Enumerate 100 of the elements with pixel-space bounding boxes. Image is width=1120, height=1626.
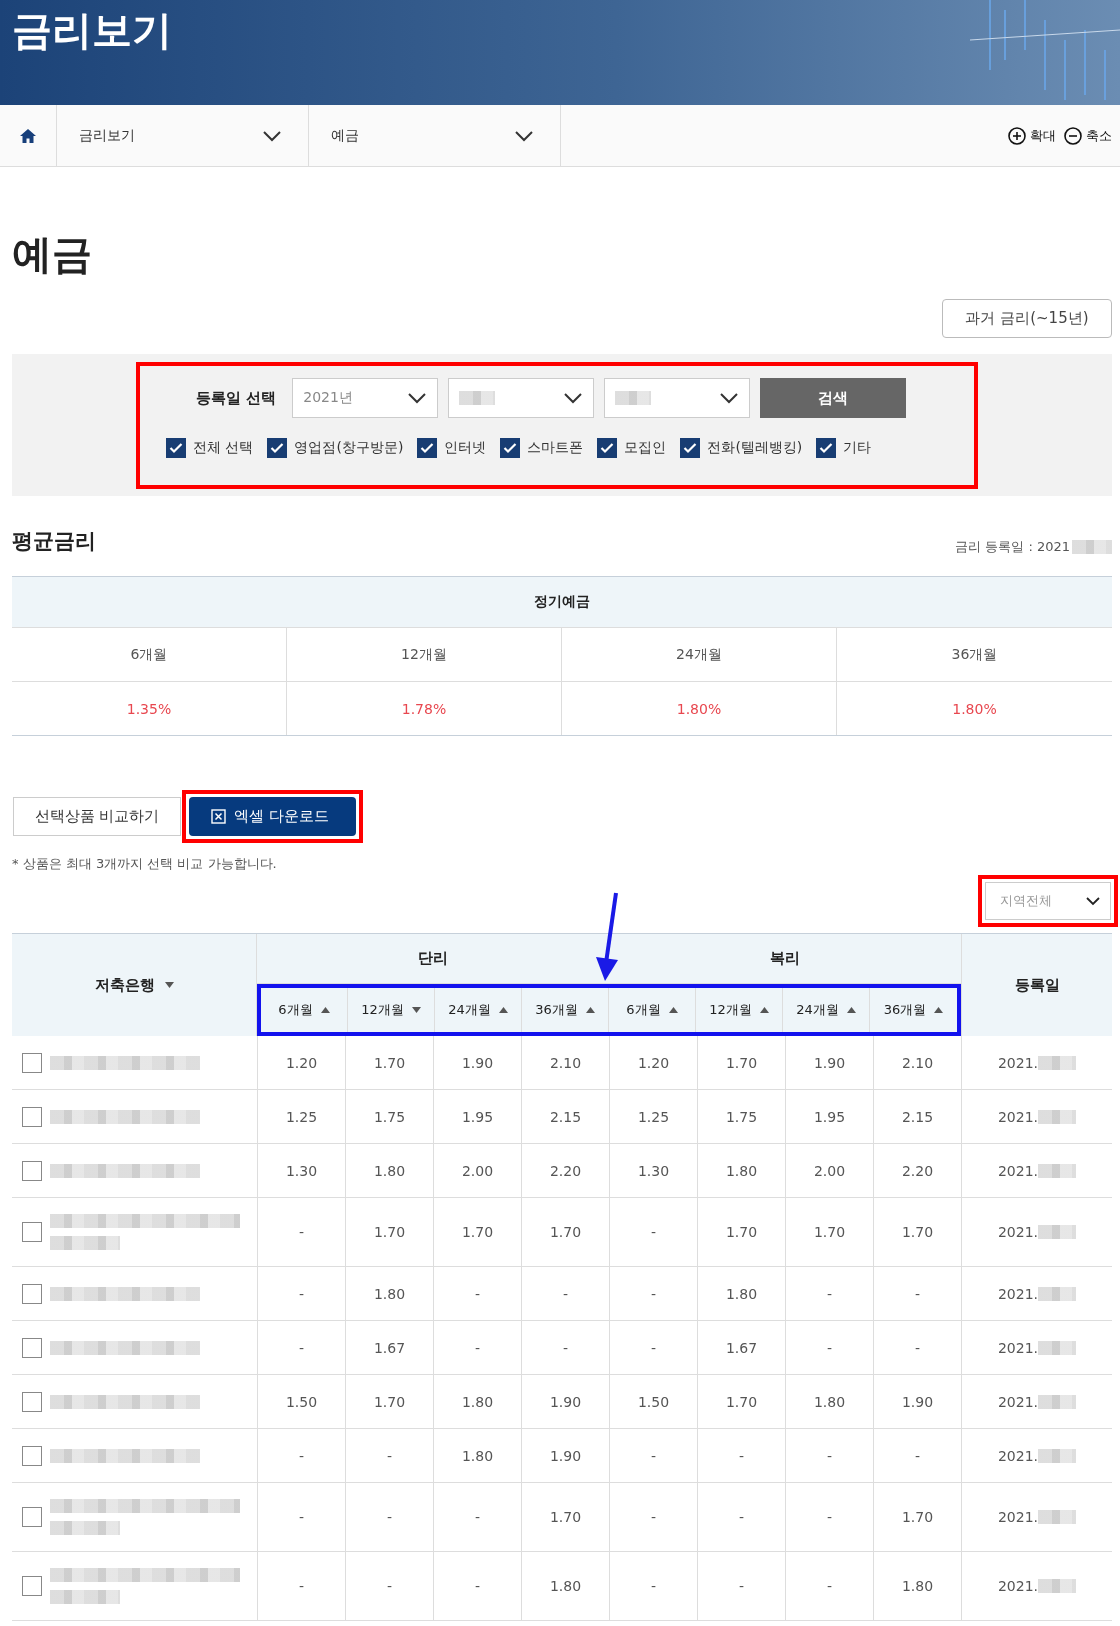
checkbox[interactable] [22, 1222, 42, 1242]
checkbox[interactable] [267, 438, 288, 458]
column-header[interactable]: 저축은행 [12, 934, 257, 1036]
checkbox[interactable] [22, 1160, 42, 1181]
chevron-down-icon [563, 392, 584, 404]
table-cell: 1.80 [697, 1144, 785, 1197]
checkbox[interactable] [417, 438, 438, 458]
search-button[interactable]: 검색 [760, 378, 907, 418]
table-cell: - [609, 1552, 697, 1620]
table-cell: - [697, 1429, 785, 1482]
table-cell: - [609, 1483, 697, 1551]
table-cell: 2.20 [873, 1144, 961, 1197]
column-header[interactable]: 24개월 [435, 988, 522, 1032]
table-cell: 1.95 [785, 1090, 873, 1143]
blurred-text [1038, 1394, 1077, 1409]
table-cell: - [345, 1552, 433, 1620]
checkbox[interactable] [680, 438, 701, 458]
blurred-text [1038, 1225, 1077, 1239]
table-header-cell: 6개월 [12, 628, 287, 682]
table-cell: - [873, 1321, 961, 1374]
table-cell: - [873, 1267, 961, 1320]
table-cell: 1.67 [345, 1321, 433, 1374]
table-cell: 2.10 [521, 1036, 609, 1089]
checkbox[interactable] [22, 1507, 42, 1527]
zoom-button[interactable]: 확대 [1004, 105, 1060, 166]
checkbox-label: 모집인 [624, 439, 667, 457]
table-cell: 1.70 [345, 1036, 433, 1089]
table-cell: - [697, 1552, 785, 1620]
table-cell: 1.90 [521, 1375, 609, 1428]
table-cell: - [785, 1552, 873, 1620]
table-cell: 1.80 [521, 1552, 609, 1620]
table-cell: 2021. [997, 1285, 1039, 1302]
compare-button[interactable]: 선택상품 비교하기 [13, 797, 181, 836]
table-cell: 1.70 [873, 1483, 961, 1551]
checkbox[interactable] [597, 438, 618, 458]
table-cell: - [785, 1483, 873, 1551]
checkbox-label: 인터넷 [444, 439, 487, 457]
column-header[interactable]: 36개월 [870, 988, 957, 1032]
table-cell: 1.70 [697, 1036, 785, 1089]
table-cell: - [521, 1321, 609, 1374]
date-select[interactable]: 2021년 [292, 378, 439, 418]
table-cell: - [785, 1429, 873, 1482]
checkbox-label: 영업점(창구방문) [294, 439, 404, 457]
spreadsheet-icon [211, 809, 226, 824]
table-cell: - [257, 1483, 345, 1551]
table-cell: 1.70 [697, 1375, 785, 1428]
column-header[interactable]: 12개월 [348, 988, 435, 1032]
breadcrumb-dropdown[interactable]: 예금 [309, 105, 561, 166]
table-cell: 1.70 [697, 1198, 785, 1266]
table-cell: - [345, 1483, 433, 1551]
checkbox[interactable] [22, 1283, 42, 1304]
column-header[interactable]: 12개월 [696, 988, 783, 1032]
checkmark-icon [169, 442, 183, 454]
minus-circle-icon [1064, 126, 1082, 145]
table-cell: 1.75 [345, 1090, 433, 1143]
checkbox-label: 스마트폰 [527, 439, 584, 457]
plus-circle-icon [1008, 126, 1026, 145]
chevron-down-icon [1086, 896, 1100, 906]
filter-label: 등록일 선택 [196, 388, 277, 408]
table-cell: 1.20 [257, 1036, 345, 1089]
column-header[interactable]: 6개월 [609, 988, 696, 1032]
table-cell: 2021. [997, 1393, 1039, 1410]
table-cell: 1.80% [562, 682, 837, 735]
table-cell: - [785, 1321, 873, 1374]
column-header[interactable]: 36개월 [522, 988, 609, 1032]
table-cell: 1.90 [521, 1429, 609, 1482]
checkbox[interactable] [22, 1337, 42, 1358]
blurred-text [615, 391, 652, 405]
column-header[interactable]: 24개월 [783, 988, 870, 1032]
blurred-text [1038, 1055, 1077, 1070]
table-cell: 1.80 [345, 1144, 433, 1197]
table-cell: 2.15 [521, 1090, 609, 1143]
checkbox[interactable] [22, 1445, 42, 1466]
table-cell: 1.95 [433, 1090, 521, 1143]
checkbox[interactable] [22, 1106, 42, 1127]
checkbox[interactable] [22, 1052, 42, 1073]
home-icon [19, 127, 37, 144]
excel-download-button[interactable]: 엑셀 다운로드 [189, 797, 356, 836]
checkbox[interactable] [500, 438, 521, 458]
table-cell: 2021. [997, 1224, 1039, 1240]
table-cell: 2.00 [785, 1144, 873, 1197]
table-cell-text: 1.80% [951, 699, 998, 719]
table-cell: 1.90 [433, 1036, 521, 1089]
zoom-button[interactable]: 축소 [1060, 105, 1116, 166]
checkbox[interactable] [816, 438, 837, 458]
checkbox[interactable] [22, 1391, 42, 1412]
checkbox[interactable] [22, 1576, 42, 1596]
table-header-cell: 24개월 [562, 628, 837, 682]
history-button[interactable]: 과거 금리(~15년) [942, 299, 1112, 338]
table-cell: - [609, 1429, 697, 1482]
blurred-text [1072, 540, 1112, 554]
breadcrumb-dropdown[interactable]: 금리보기 [57, 105, 309, 166]
table-cell: 2021. [997, 1509, 1039, 1525]
table-cell: 1.67 [697, 1321, 785, 1374]
column-header[interactable]: 6개월 [261, 988, 348, 1032]
table-cell: 2021. [997, 1447, 1039, 1464]
table-cell: - [697, 1483, 785, 1551]
checkmark-icon [819, 442, 834, 454]
table-cell: - [609, 1198, 697, 1266]
checkbox[interactable] [166, 438, 186, 458]
